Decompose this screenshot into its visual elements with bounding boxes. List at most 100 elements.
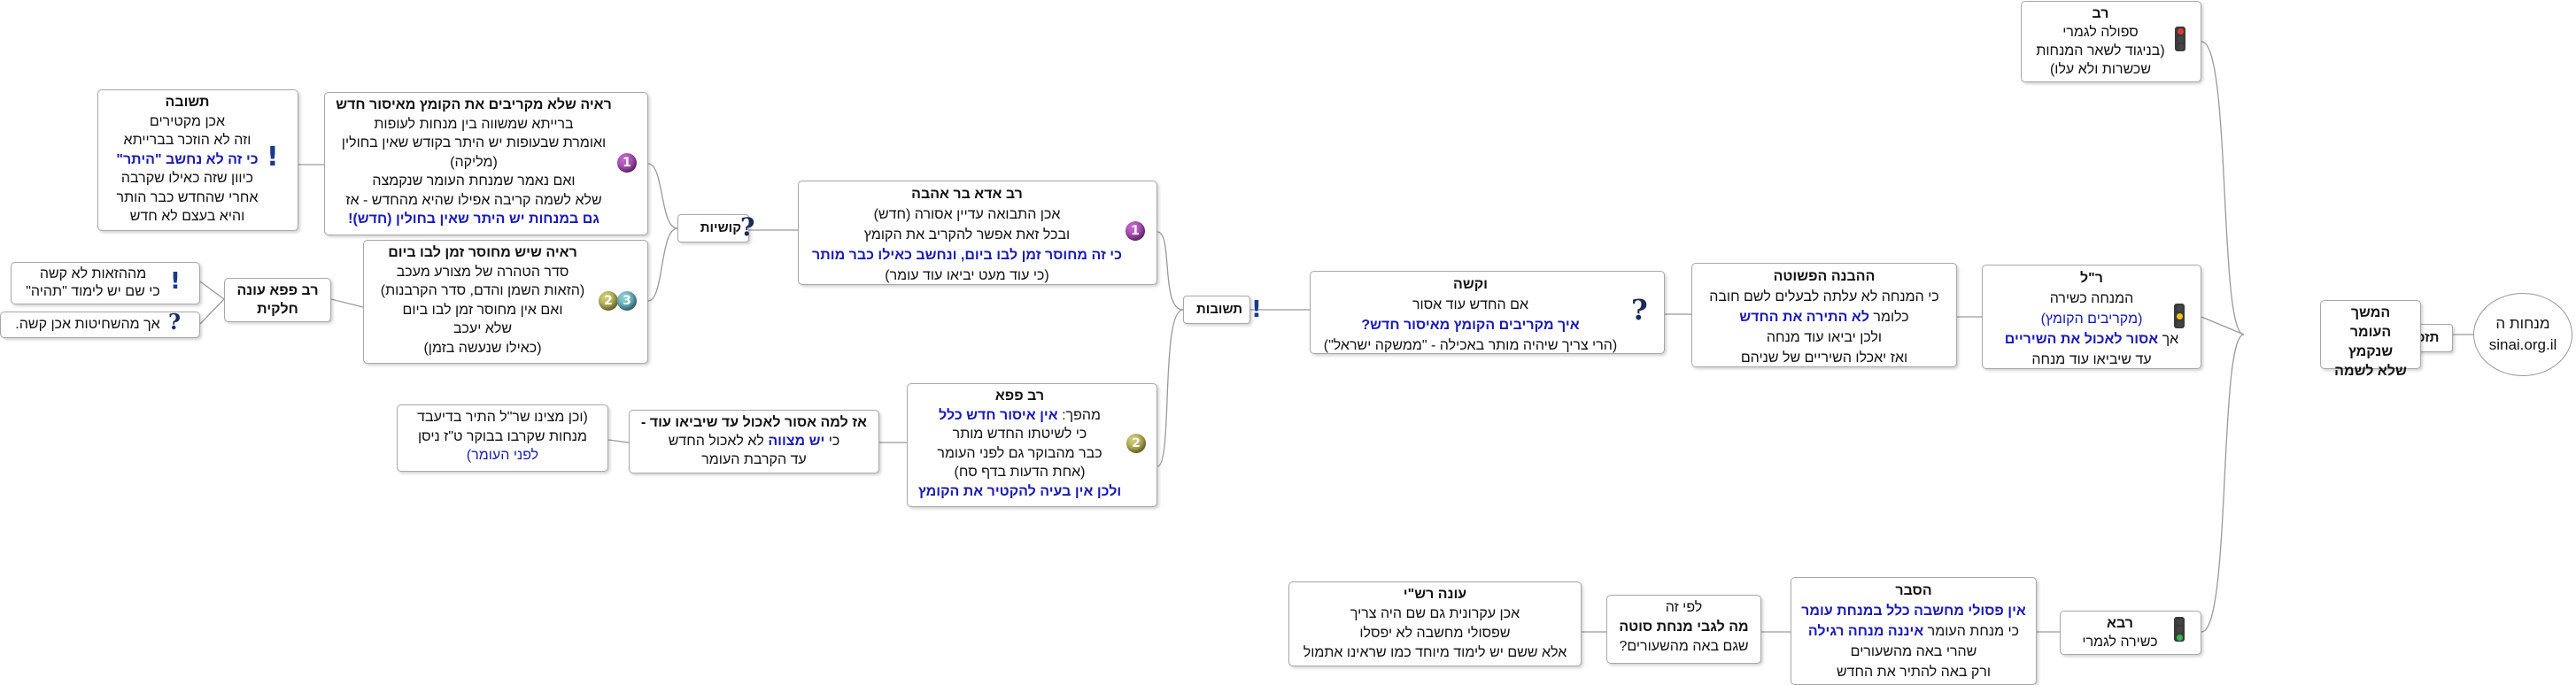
rashi-line-2: שפסולי מחשבה לא יפסלו — [1359, 626, 1511, 641]
vechen-line-2: מנחות שקרבו בבוקר ט"ז ניסן — [418, 428, 587, 444]
kusha-node[interactable]: וקשה אם החדש עוד אסור איך מקריבים הקומץ … — [1310, 271, 1665, 354]
kusha-title: וקשה — [1453, 277, 1488, 292]
papa-title: רב פפא — [994, 389, 1045, 404]
teshuva1-line-5: אחרי שהחדש כבר הותר — [116, 189, 259, 205]
rashi-line-1: אכן עקרונית גם שם היה צריך — [1350, 606, 1520, 621]
hesber-line-3: שהרי באה מהשעורים — [1850, 644, 1977, 659]
papa-line-4: (אחת הדעות בדף סח) — [954, 465, 1086, 480]
teshuva1-line-2: וזה לא הוזכר בברייתא — [123, 133, 251, 148]
rashi-line-3: אלא ששם יש לימוד מיוחד כמו שראינו אתמול — [1303, 645, 1567, 660]
kusha-line-3: (הרי צריך שיהיה מותר באכילה - "ממשקה ישר… — [1323, 338, 1618, 353]
traffic-light-amber-icon — [2174, 304, 2185, 328]
raaya2-line-5: (כאילו שנעשה בזמן) — [423, 340, 542, 356]
hamashach-node[interactable]: המשך העומר שנקמץ שלא לשמה — [2320, 300, 2421, 379]
rav-title: רב — [2092, 6, 2109, 21]
kushyot-node[interactable]: קושיות — [677, 214, 749, 242]
ril-line-3: אך אסור לאכול את השיריים — [1988, 329, 2195, 350]
ril-line-2: (מקריבים הקומץ) — [2040, 312, 2143, 327]
havana-node[interactable]: ההבנה הפשוטה כי המנחה לא עלתה לבעלים לשם… — [1691, 263, 1957, 367]
teshuvot-label: תשובות — [1196, 302, 1242, 317]
hamashach-line-3: שלא לשמה — [2334, 364, 2407, 379]
papa-line-3: כבר מהבוקר גם לפני העומר — [937, 445, 1102, 461]
raaya2-line-3: ואם אין מחוסר זמן לבו ביום — [402, 302, 563, 318]
hazaot-line-2: כי שם יש לימוד "תהיה" — [26, 284, 160, 299]
traffic-light-green-icon — [2174, 617, 2185, 642]
havana-line-2-prefix: כלומר — [1868, 310, 1909, 325]
raaya1-title: ראיה שלא מקריבים את הקומץ מאיסור חדש — [336, 97, 612, 112]
exclamation-answer-icon: ! — [267, 142, 279, 173]
lefi-line-2: מה לגבי מנחת סוטה — [1619, 620, 1749, 635]
lefi-line-1: לפי זה — [1665, 600, 1703, 615]
az-line-2: עד הקרבת העומר — [701, 452, 807, 467]
papa-line-1-prefix: מהפך: — [1057, 407, 1101, 423]
ril-line-4: עד שיביאו עוד מנחה — [2031, 352, 2152, 367]
number-two-papa-icon: 2 — [1126, 434, 1146, 453]
raaya1-line-6: גם במנחות יש היתר שאין בחולין (חדש)! — [348, 212, 600, 227]
hesber-node[interactable]: הסבר אין פסולי מחשבה כלל במנחת עומר כי מ… — [1791, 577, 2037, 685]
hesber-line-1: אין פסולי מחשבה כלל במנחת עומר — [1801, 604, 2026, 619]
lefi-line-3: שגם באה מהשעורים? — [1619, 639, 1749, 654]
raaya2-title: ראיה שיש מחוסר זמן לבו ביום — [388, 245, 577, 260]
kusha-line-2: איך מקריבים הקומץ מאיסור חדש? — [1361, 318, 1580, 333]
raaya1-line-4: ואם נאמר שמנחת העומר שנקמצה — [372, 173, 576, 189]
rava-line-1: כשירה לגמרי — [2082, 635, 2158, 650]
adda-line-4: (כי עוד מעט יביאו עוד עומר) — [885, 268, 1049, 283]
az-title: אז למה אסור לאכול עד שיביאו עוד - — [641, 415, 867, 430]
raaya2-line-2: (הזאות השמן והדם, סדר הקרבנות) — [380, 283, 585, 298]
number-three-icon: 3 — [617, 291, 637, 311]
lefi-node[interactable]: לפי זה מה לגבי מנחת סוטה שגם באה מהשעורי… — [1606, 595, 1761, 664]
adda-node[interactable]: רב אדא בר אהבה אכן התבואה עדיין אסורה (ח… — [798, 181, 1157, 285]
papa-answer-node[interactable]: רב פפא עונה חלקית — [224, 278, 331, 322]
papa-node[interactable]: רב פפא מהפך: אין איסור חדש כלל כי לשיטתו… — [907, 383, 1157, 507]
hesber-line-2: כי מנחת העומר איננה מנחה רגילה — [1797, 621, 2031, 642]
ril-node[interactable]: ר"ל המנחה כשירה (מקריבים הקומץ) אך אסור … — [1982, 265, 2201, 369]
az-line-1-prefix: כי — [824, 434, 840, 449]
raaya1-line-1: ברייתא שמשווה בין מנחות לעופות — [374, 116, 574, 132]
havana-line-2-bold: לא התירה את החדש — [1739, 310, 1869, 325]
havana-line-4: ואז יאכלו השיריים של שניהם — [1740, 350, 1908, 366]
papa-line-1-bold: אין איסור חדש כלל — [939, 407, 1058, 423]
root-node[interactable]: מנחות ה sinai.org.il — [2473, 293, 2572, 376]
raaya1-node[interactable]: ראיה שלא מקריבים את הקומץ מאיסור חדש ברי… — [324, 92, 648, 235]
raaya1-line-5: שלא לשמה קריבה אפילו שהיא מהחדש - אז — [345, 192, 602, 208]
number-one-icon: 1 — [1126, 221, 1145, 241]
ril-title: ר"ל — [2080, 271, 2103, 286]
teshuva1-line-4: כיוון שזה כאילו שקרבה — [120, 171, 254, 186]
hesber-line-2-prefix: כי מנחת העומר — [1923, 624, 2020, 639]
teshuva1-line-6: והיא בעצם לא חדש — [129, 209, 245, 224]
question-icon: ? — [1631, 293, 1648, 327]
papa-answer-line-1: רב פפא עונה — [236, 283, 319, 298]
havana-line-1: כי המנחה לא עלתה לבעלים לשם חובה — [1709, 289, 1939, 304]
teshuva1-line-1: אכן מקטירים — [149, 113, 226, 129]
ril-line-1: המנחה כשירה — [2049, 291, 2134, 306]
ril-line-3-prefix: אך — [2158, 332, 2179, 347]
kushyot-label: קושיות — [700, 220, 741, 235]
papa-line-5: ולכן אין בעיה להקטיר את הקומץ — [917, 483, 1122, 499]
adda-title: רב אדא בר אהבה — [911, 187, 1023, 202]
raaya1-line-2: ואומרת שבעופות יש היתר בקודש שאין בחולין — [341, 135, 607, 150]
teshuva1-title: תשובה — [165, 95, 210, 110]
teshuvot-node[interactable]: תשובות — [1183, 296, 1250, 324]
hesber-title: הסבר — [1895, 583, 1932, 598]
hamashach-line-1: המשך — [2350, 305, 2391, 320]
rashi-title: עונה רש"י — [1403, 587, 1467, 602]
adda-line-2: ובכל זאת אפשר להקריב את הקומץ — [863, 227, 1071, 242]
kusha-line-1: אם החדש עוד אסור — [1412, 297, 1529, 312]
root-site: sinai.org.il — [2488, 336, 2557, 353]
rav-line-1: ספולה לגמרי — [2062, 25, 2139, 40]
exclamation-hazaot-icon: ! — [170, 268, 181, 295]
vechen-node[interactable]: (וכן מצינו שר"ל התיר בדיעבד מנחות שקרבו … — [397, 404, 608, 472]
raaya1-line-3: (מליקה) — [450, 154, 498, 170]
az-node[interactable]: אז למה אסור לאכול עד שיביאו עוד - כי יש … — [629, 410, 879, 473]
ril-line-3-bold: אסור לאכול את השיריים — [2004, 332, 2159, 347]
papa-line-1: מהפך: אין איסור חדש כלל — [913, 406, 1126, 426]
hamashach-line-2: העומר שנקמץ — [2348, 325, 2394, 359]
rashi-node[interactable]: עונה רש"י אכן עקרונית גם שם היה צריך שפס… — [1288, 581, 1582, 666]
question-small-icon: ? — [740, 212, 755, 242]
rav-line-3: שכשרות ולא עלו) — [2049, 62, 2152, 77]
number-two-icon: 2 — [599, 291, 618, 311]
vechen-line-1: (וכן מצינו שר"ל התיר בדיעבד — [417, 410, 588, 425]
adda-line-1: אכן התבואה עדיין אסורה (חדש) — [873, 207, 1061, 222]
az-line-1: כי יש מצווה לא לאכול החדש — [635, 432, 873, 450]
az-line-1-bold: יש מצווה — [768, 434, 825, 449]
